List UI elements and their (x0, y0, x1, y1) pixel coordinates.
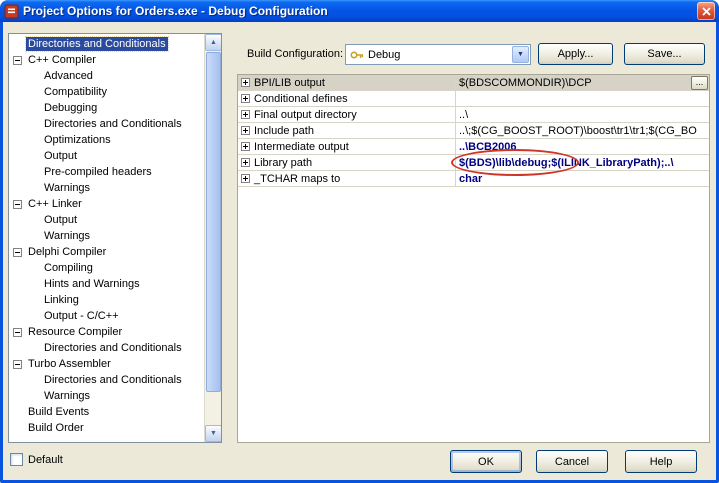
property-name: Conditional defines (254, 93, 348, 105)
window-icon (4, 4, 19, 19)
property-name: BPI/LIB output (254, 77, 325, 89)
ok-button[interactable]: OK (450, 450, 522, 473)
tree-item-directories-and-conditionals-tasm[interactable]: Directories and Conditionals (9, 372, 204, 388)
tree-item-linking[interactable]: Linking (9, 292, 204, 308)
default-checkbox[interactable] (10, 453, 23, 466)
property-value[interactable]: char (459, 173, 709, 185)
property-row-bpi-lib-output[interactable]: BPI/LIB output $(BDSCOMMONDIR)\DCP... (238, 75, 709, 91)
property-name: _TCHAR maps to (254, 173, 340, 185)
property-grid: BPI/LIB output $(BDSCOMMONDIR)\DCP... Co… (237, 74, 710, 443)
property-row-conditional-defines[interactable]: Conditional defines (238, 91, 709, 107)
key-icon (350, 49, 364, 61)
tree-item-compatibility[interactable]: Compatibility (9, 84, 204, 100)
property-value[interactable]: ..\;$(CG_BOOST_ROOT)\boost\tr1\tr1;$(CG_… (459, 125, 709, 137)
window-title: Project Options for Orders.exe - Debug C… (23, 4, 693, 18)
tree-item-build-order[interactable]: Build Order (9, 420, 204, 436)
tree-item-precompiled-headers[interactable]: Pre-compiled headers (9, 164, 204, 180)
property-name: Intermediate output (254, 141, 349, 153)
collapse-icon[interactable] (13, 200, 22, 209)
project-options-dialog: Project Options for Orders.exe - Debug C… (0, 0, 719, 483)
tree-item-output-c-cpp[interactable]: Output - C/C++ (9, 308, 204, 324)
property-value[interactable]: $(BDSCOMMONDIR)\DCP (459, 77, 691, 89)
tree-item-advanced[interactable]: Advanced (9, 68, 204, 84)
property-row-final-output-directory[interactable]: Final output directory ..\ (238, 107, 709, 123)
close-button[interactable] (697, 2, 715, 20)
tree-item-directories-and-conditionals[interactable]: Directories and Conditionals (9, 36, 204, 52)
property-row-tchar-maps-to[interactable]: _TCHAR maps to char (238, 171, 709, 187)
expand-icon[interactable] (241, 126, 250, 135)
tree-item-resource-compiler[interactable]: Resource Compiler (9, 324, 204, 340)
chevron-down-icon[interactable]: ▼ (512, 46, 529, 63)
help-button[interactable]: Help (625, 450, 697, 473)
tree-item-hints-and-warnings[interactable]: Hints and Warnings (9, 276, 204, 292)
collapse-icon[interactable] (13, 248, 22, 257)
tree-item-debugging[interactable]: Debugging (9, 100, 204, 116)
collapse-icon[interactable] (13, 328, 22, 337)
tree-scrollbar[interactable]: ▲ ▼ (204, 34, 221, 442)
expand-icon[interactable] (241, 78, 250, 87)
expand-icon[interactable] (241, 94, 250, 103)
collapse-icon[interactable] (13, 360, 22, 369)
expand-icon[interactable] (241, 142, 250, 151)
tree-item-tasm-warnings[interactable]: Warnings (9, 388, 204, 404)
tree-item-linker-output[interactable]: Output (9, 212, 204, 228)
tree-item-directories-and-conditionals-rc[interactable]: Directories and Conditionals (9, 340, 204, 356)
collapse-icon[interactable] (13, 56, 22, 65)
tree-item-turbo-assembler[interactable]: Turbo Assembler (9, 356, 204, 372)
dialog-body: Directories and Conditionals C++ Compile… (3, 22, 716, 480)
scrollbar-thumb[interactable] (206, 52, 221, 392)
default-option[interactable]: Default (10, 453, 63, 466)
ellipsis-button[interactable]: ... (691, 76, 708, 90)
default-checkbox-label: Default (28, 454, 63, 466)
scroll-up-icon[interactable]: ▲ (205, 34, 222, 51)
options-tree: Directories and Conditionals C++ Compile… (8, 33, 222, 443)
tree-item-output[interactable]: Output (9, 148, 204, 164)
property-value[interactable]: $(BDS)\lib\debug;$(ILINK_LibraryPath);..… (459, 157, 709, 169)
library-path-highlighted: $(BDS)\lib\debug; (459, 157, 551, 169)
property-row-include-path[interactable]: Include path ..\;$(CG_BOOST_ROOT)\boost\… (238, 123, 709, 139)
property-value[interactable]: ..\BCB2006 (459, 141, 709, 153)
tree-item-delphi-compiler[interactable]: Delphi Compiler (9, 244, 204, 260)
save-button[interactable]: Save... (624, 43, 705, 65)
tree-item-cpp-linker[interactable]: C++ Linker (9, 196, 204, 212)
library-path-rest: $(ILINK_LibraryPath);..\ (551, 157, 673, 169)
property-row-intermediate-output[interactable]: Intermediate output ..\BCB2006 (238, 139, 709, 155)
tree-item-optimizations[interactable]: Optimizations (9, 132, 204, 148)
build-configuration-label: Build Configuration: (247, 48, 343, 60)
title-bar[interactable]: Project Options for Orders.exe - Debug C… (0, 0, 719, 22)
property-name: Final output directory (254, 109, 357, 121)
tree-item-linker-warnings[interactable]: Warnings (9, 228, 204, 244)
expand-icon[interactable] (241, 174, 250, 183)
tree-item-cpp-compiler[interactable]: C++ Compiler (9, 52, 204, 68)
scroll-down-icon[interactable]: ▼ (205, 425, 222, 442)
tree-item-compiling[interactable]: Compiling (9, 260, 204, 276)
property-name: Include path (254, 125, 314, 137)
expand-icon[interactable] (241, 158, 250, 167)
tree-item-build-events[interactable]: Build Events (9, 404, 204, 420)
property-name: Library path (254, 157, 312, 169)
build-configuration-select[interactable]: Debug ▼ (345, 44, 531, 65)
apply-button[interactable]: Apply... (538, 43, 613, 65)
tree-item-directories-and-conditionals-cpp[interactable]: Directories and Conditionals (9, 116, 204, 132)
tree-item-warnings-cpp[interactable]: Warnings (9, 180, 204, 196)
property-value[interactable]: ..\ (459, 109, 709, 121)
build-configuration-value: Debug (368, 49, 511, 61)
expand-icon[interactable] (241, 110, 250, 119)
property-row-library-path[interactable]: Library path $(BDS)\lib\debug;$(ILINK_Li… (238, 155, 709, 171)
cancel-button[interactable]: Cancel (536, 450, 608, 473)
